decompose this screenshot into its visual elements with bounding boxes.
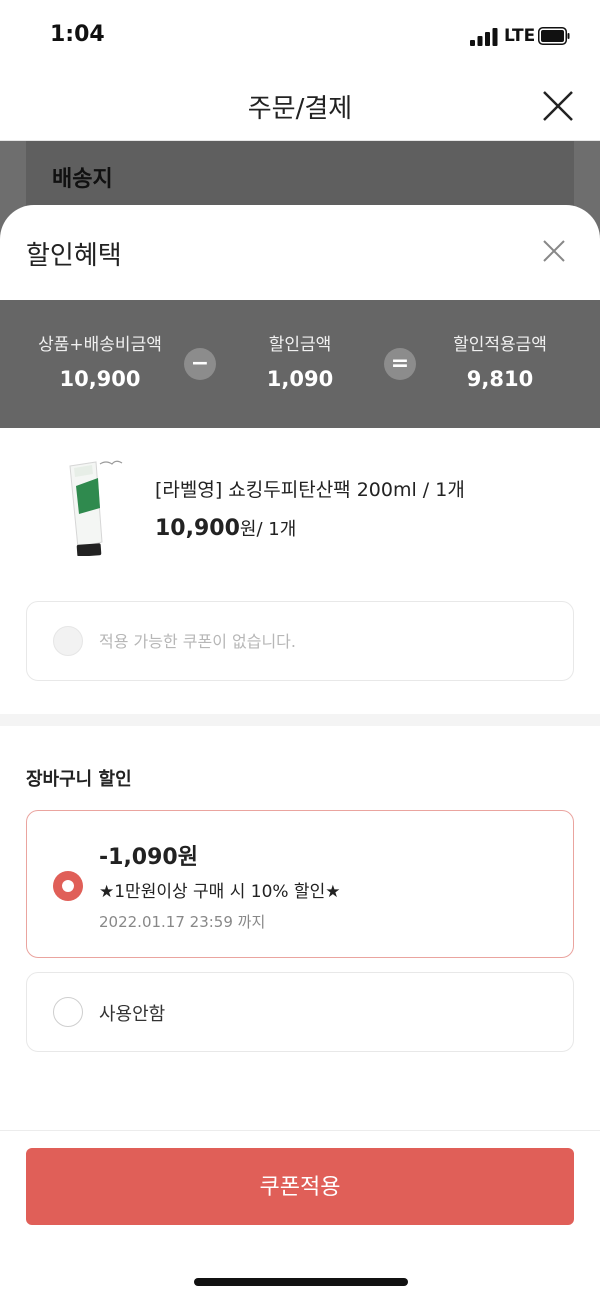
product-name: [라벨영] 쇼킹두피탄산팩 200ml / 1개 [155,479,465,501]
product-item: [라벨영] 쇼킹두피탄산팩 200ml / 1개 10,900원/ 1개 [0,448,600,558]
sheet-title: 할인혜택 [26,241,122,271]
summary-final: 할인적용금액 9,810 [400,330,600,391]
radio-unselected[interactable] [53,997,83,1027]
network-label: LTE [504,26,536,46]
cart-discount-option-none[interactable]: 사용안함 [26,972,574,1052]
page-header: 주문/결제 [0,72,600,141]
price-summary: 상품+배송비금액 10,900 − 할인금액 1,090 = 할인적용금액 9,… [0,300,600,428]
radio-selected[interactable] [53,871,83,901]
coupon-empty-text: 적용 가능한 쿠폰이 없습니다. [99,632,296,651]
footer-divider [0,1130,600,1131]
summary-discount: 할인금액 1,090 [200,330,400,391]
summary-label: 할인금액 [268,335,332,355]
home-indicator [194,1278,408,1286]
cart-discount-title: 장바구니 할인 [26,769,132,790]
product-price-unit: 원/ 1개 [239,519,297,540]
product-image [69,460,123,556]
summary-label: 할인적용금액 [453,335,547,355]
no-discount-label: 사용안함 [99,1004,166,1025]
discount-amount: -1,090원 [99,845,198,870]
close-icon[interactable] [540,88,576,124]
summary-value: 10,900 [59,367,141,391]
summary-value: 9,810 [466,367,534,391]
product-price-value: 10,900 [155,516,240,541]
discount-description: ★1만원이상 구매 시 10% 할인★ [99,882,341,902]
coupon-select-box: 적용 가능한 쿠폰이 없습니다. [26,601,574,681]
status-bar: 1:04 LTE [0,0,600,72]
summary-label: 상품+배송비금액 [38,335,162,355]
close-icon[interactable] [540,237,568,265]
cart-discount-option-10-percent[interactable]: -1,090원 ★1만원이상 구매 시 10% 할인★ 2022.01.17 2… [26,810,574,958]
signal-bars-icon [470,28,498,46]
coupon-radio [53,626,83,656]
product-price: 10,900원/ 1개 [155,515,296,541]
summary-value: 1,090 [266,367,334,391]
page-title: 주문/결제 [247,94,353,124]
shipping-title: 배송지 [52,167,113,192]
summary-product-shipping: 상품+배송비금액 10,900 [0,330,200,391]
status-time: 1:04 [50,22,105,47]
discount-expiry: 2022.01.17 23:59 까지 [99,913,266,931]
section-divider [0,714,600,726]
apply-coupon-button[interactable]: 쿠폰적용 [26,1148,574,1225]
discount-sheet: 할인혜택 상품+배송비금액 10,900 − 할인금액 1,090 = 할인적용… [0,205,600,1299]
battery-icon [538,27,570,45]
